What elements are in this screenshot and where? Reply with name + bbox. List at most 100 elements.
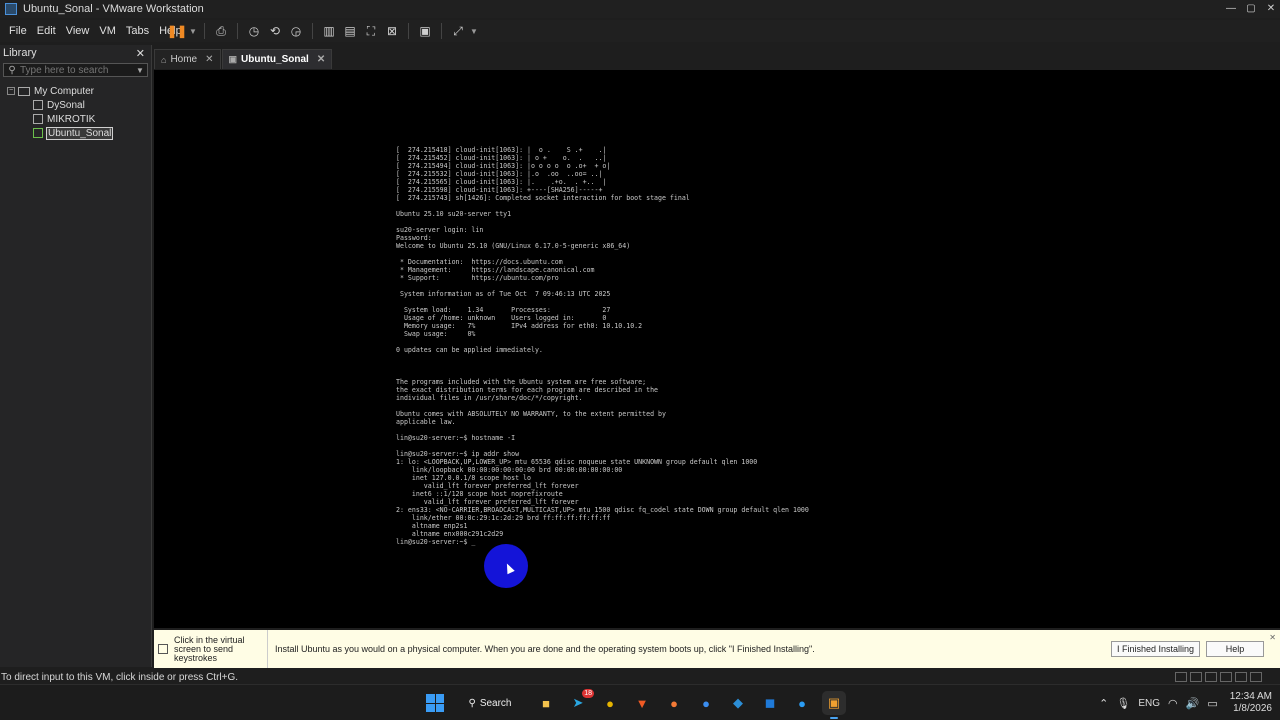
chevron-down-icon[interactable]: ▼ <box>136 66 144 75</box>
wifi-icon[interactable]: ◠ <box>1168 697 1178 710</box>
tree-item-label: Ubuntu_Sonal <box>46 126 114 140</box>
message-log-icon[interactable] <box>1250 672 1262 682</box>
clock[interactable]: 12:34 AM 1/8/2026 <box>1230 691 1272 715</box>
terminal-line: inet6 ::1/128 scope host noprefixroute <box>396 490 563 498</box>
chevron-up-icon[interactable]: ⌃ <box>1099 697 1108 710</box>
menu-tabs[interactable]: Tabs <box>121 25 154 37</box>
library-panel: Library ✕ ⚲ ▼ − My Computer DySonal MIKR… <box>0 45 152 667</box>
terminal-line: [ 274.215494] cloud-init[1063]: |o o o o… <box>396 162 611 170</box>
tree-item-mikrotik[interactable]: MIKROTIK <box>0 112 151 126</box>
printer-icon[interactable] <box>1220 672 1232 682</box>
vm-console-screen[interactable]: [ 274.215418] cloud-init[1063]: | o . S … <box>154 70 1280 628</box>
terminal-line: 1: lo: <LOOPBACK,UP,LOWER_UP> mtu 65536 … <box>396 458 758 466</box>
language-indicator[interactable]: ENG <box>1138 698 1160 709</box>
search-icon: ⚲ <box>8 64 16 76</box>
toolbar-divider <box>204 23 205 39</box>
telegram-icon[interactable]: ➤ 18 <box>566 689 594 715</box>
pause-icon[interactable]: ❚❚ <box>167 22 187 40</box>
terminal-line: Password: <box>396 234 432 242</box>
volume-icon[interactable]: 🔊 <box>1186 697 1200 710</box>
terminal-line: * Support: https://ubuntu.com/pro <box>396 274 559 282</box>
status-bar: To direct input to this VM, click inside… <box>0 669 1280 685</box>
snapshot-manager-icon[interactable]: ◶ <box>287 22 305 40</box>
azure-data-studio-icon[interactable]: ◼ <box>758 691 782 715</box>
terminal-line: System information as of Tue Oct 7 09:46… <box>396 290 611 298</box>
taskbar-search-button[interactable]: ⚲ Search <box>454 692 526 714</box>
terminal-line: [ 274.215743] sh[1426]: Completed socket… <box>396 194 690 202</box>
menu-vm[interactable]: VM <box>94 25 121 37</box>
terminal-line: the exact distribution terms for each pr… <box>396 386 659 394</box>
terminal-line: valid_lft forever preferred_lft forever <box>396 498 579 506</box>
computer-icon <box>18 86 30 96</box>
minimize-icon[interactable]: — <box>1222 0 1240 18</box>
window-controls: — ▢ ✕ <box>1220 0 1280 18</box>
close-icon[interactable]: ✕ <box>1269 633 1276 642</box>
terminal-line: lin@su20-server:~$ hostname -I <box>396 434 516 442</box>
tab-home[interactable]: ⌂ Home ✕ <box>154 49 221 69</box>
window-title: Ubuntu_Sonal - VMware Workstation <box>23 3 204 15</box>
battery-icon[interactable]: ▭ <box>1207 697 1217 710</box>
chevron-down-icon[interactable]: ▼ <box>470 27 478 36</box>
title-bar: Ubuntu_Sonal - VMware Workstation — ▢ ✕ <box>0 0 1280 18</box>
unity-icon[interactable]: ⊠ <box>383 22 401 40</box>
microphone-icon[interactable]: 🎙 <box>1116 697 1130 710</box>
brave-icon[interactable]: ▼ <box>630 691 654 715</box>
terminal-line: lin@su20-server:~$ ip addr show <box>396 450 520 458</box>
terminal-line: 0 updates can be applied immediately. <box>396 346 543 354</box>
full-screen-icon[interactable]: ⛶ <box>362 22 380 40</box>
postman-icon[interactable]: ● <box>662 691 686 715</box>
file-explorer-icon[interactable]: ■ <box>534 691 558 715</box>
keystroke-hint[interactable]: Click in the virtual screen to send keys… <box>154 630 268 668</box>
cd-rom-icon[interactable] <box>1190 672 1202 682</box>
close-icon[interactable]: ✕ <box>205 54 213 65</box>
hard-disk-icon[interactable] <box>1175 672 1187 682</box>
terminal-line: altname enx000c291c2d29 <box>396 530 504 538</box>
menu-view[interactable]: View <box>61 25 95 37</box>
menu-file[interactable]: File <box>4 25 32 37</box>
windows-start-icon[interactable] <box>424 692 446 714</box>
toolbar: ❚❚ ▼ ⎙ ◷ ⟲ ◶ ▥ ▤ ⛶ ⊠ ▣ ⤢ ▼ <box>167 20 478 42</box>
tree-item-label: DySonal <box>47 99 85 111</box>
terminal-line: [ 274.215565] cloud-init[1063]: |. .+o. … <box>396 178 607 186</box>
vscode-icon[interactable]: ◆ <box>726 691 750 715</box>
show-library-icon[interactable]: ▥ <box>320 22 338 40</box>
close-icon[interactable]: ✕ <box>1262 0 1280 18</box>
network-adapter-icon[interactable] <box>1205 672 1217 682</box>
terminal-output: [ 274.215418] cloud-init[1063]: | o . S … <box>396 146 809 546</box>
send-ctrl-alt-del-icon[interactable]: ⎙ <box>212 22 230 40</box>
taskbar-apps: ⚲ Search ■ ➤ 18 ● ▼ ● ● ◆ ◼ ● ▣ <box>424 689 846 719</box>
chevron-down-icon[interactable]: ▼ <box>189 27 197 36</box>
tree-item-ubuntu-sonal[interactable]: Ubuntu_Sonal <box>0 126 151 140</box>
menu-edit[interactable]: Edit <box>32 25 61 37</box>
finished-installing-button[interactable]: I Finished Installing <box>1110 641 1200 657</box>
help-button[interactable]: Help <box>1206 641 1264 657</box>
close-icon[interactable]: ✕ <box>317 54 325 65</box>
console-view-icon[interactable]: ▣ <box>416 22 434 40</box>
toolbar-divider <box>441 23 442 39</box>
thumbnail-bar-icon[interactable]: ▤ <box>341 22 359 40</box>
chrome-icon[interactable]: ● <box>598 691 622 715</box>
system-tray: ⌃ 🎙 ENG ◠ 🔊 ▭ 12:34 AM 1/8/2026 <box>1099 691 1272 715</box>
stretch-guest-icon[interactable]: ⤢ <box>449 22 467 40</box>
snapshot-icon[interactable]: ◷ <box>245 22 263 40</box>
clock-time: 12:34 AM <box>1229 691 1272 702</box>
terminal-line: [ 274.215598] cloud-init[1063]: +----[SH… <box>396 186 603 194</box>
vmware-workstation-icon[interactable]: ▣ <box>822 691 846 719</box>
collapse-icon[interactable]: − <box>7 87 15 95</box>
terminal-line: Usage of /home: unknown Users logged in:… <box>396 314 607 322</box>
tree-item-my-computer[interactable]: − My Computer <box>0 84 151 98</box>
terminal-line: lin@su20-server:~$ _ <box>396 538 476 546</box>
edge-icon[interactable]: ● <box>790 691 814 715</box>
library-search: ⚲ ▼ <box>3 63 148 77</box>
vm-tree: − My Computer DySonal MIKROTIK Ubuntu_So… <box>0 84 151 140</box>
thunderbird-icon[interactable]: ● <box>694 691 718 715</box>
display-icon[interactable] <box>1235 672 1247 682</box>
close-icon[interactable]: ✕ <box>136 47 145 60</box>
maximize-icon[interactable]: ▢ <box>1242 0 1260 18</box>
tree-item-dysonal[interactable]: DySonal <box>0 98 151 112</box>
tab-ubuntu-sonal[interactable]: ▣ Ubuntu_Sonal ✕ <box>221 49 333 69</box>
revert-snapshot-icon[interactable]: ⟲ <box>266 22 284 40</box>
search-input[interactable] <box>20 64 132 76</box>
